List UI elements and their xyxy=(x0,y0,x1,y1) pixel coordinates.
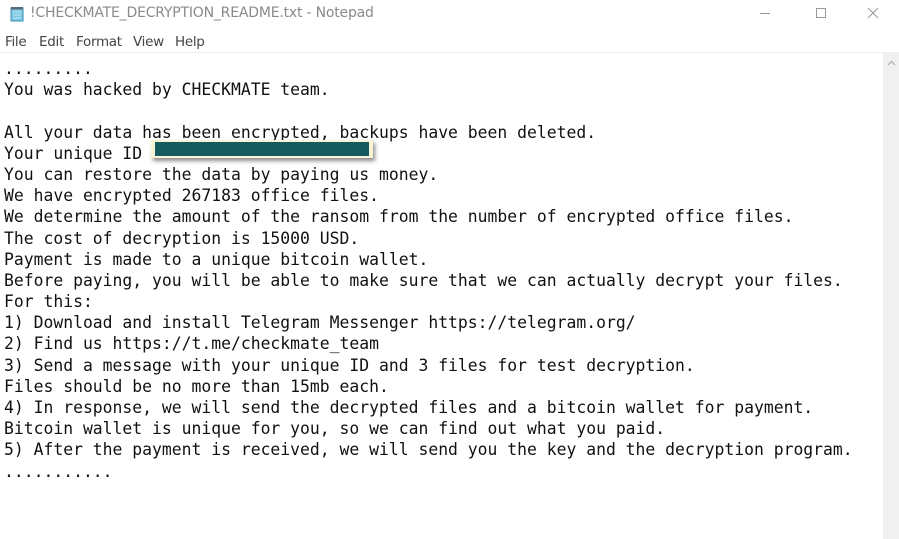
menu-bar: File Edit Format View Help xyxy=(0,31,899,53)
text-line xyxy=(4,100,853,121)
vertical-scrollbar[interactable] xyxy=(883,53,899,539)
text-line: 2) Find us https://t.me/checkmate_team xyxy=(4,334,379,354)
text-editor[interactable]: ......... You was hacked by CHECKMATE tea… xyxy=(0,53,883,539)
text-line: For this: xyxy=(4,292,93,312)
text-line: The cost of decryption is 15000 USD. xyxy=(4,228,360,248)
text-line: 3) Send a message with your unique ID an… xyxy=(4,355,695,375)
text-line: Files should be no more than 15mb each. xyxy=(4,376,389,396)
menu-format[interactable]: Format xyxy=(76,34,122,50)
maximize-button[interactable] xyxy=(798,0,844,30)
redacted-unique-id xyxy=(155,142,369,156)
text-line: 4) In response, we will send the decrypt… xyxy=(4,398,814,417)
menu-view[interactable]: View xyxy=(133,34,164,50)
text-line: Bitcoin wallet is unique for you, so we … xyxy=(4,419,666,439)
text-line: 1) Download and install Telegram Messeng… xyxy=(4,313,636,333)
title-bar[interactable]: !CHECKMATE_DECRYPTION_README.txt - Notep… xyxy=(0,0,899,30)
text-line: Before paying, you will be able to make … xyxy=(4,270,843,290)
text-line: Payment is made to a unique bitcoin wall… xyxy=(4,249,429,269)
close-icon xyxy=(867,6,879,24)
menu-help[interactable]: Help xyxy=(175,34,205,50)
text-line: You was hacked by CHECKMATE team. xyxy=(4,80,330,100)
text-line: We determine the amount of the ransom fr… xyxy=(4,207,794,227)
redaction-box xyxy=(151,140,373,158)
text-line: You can restore the data by paying us mo… xyxy=(4,164,439,184)
text-line: 5) After the payment is received, we wil… xyxy=(4,440,853,460)
close-button[interactable] xyxy=(850,0,896,30)
menu-file[interactable]: File xyxy=(5,34,27,50)
text-line: Your unique ID xyxy=(4,143,143,163)
text-line: ........... xyxy=(4,461,113,481)
window-title: !CHECKMATE_DECRYPTION_README.txt - Notep… xyxy=(30,5,374,21)
chevron-up-icon xyxy=(887,53,896,71)
scroll-up-button[interactable] xyxy=(883,53,899,70)
maximize-icon xyxy=(815,6,827,24)
text-line: ......... xyxy=(4,59,93,78)
text-line: We have encrypted 267183 office files. xyxy=(4,186,379,206)
minimize-icon xyxy=(759,6,771,24)
notepad-icon xyxy=(10,6,24,22)
text-line: All your data has been encrypted, backup… xyxy=(4,122,597,142)
document-text: ......... You was hacked by CHECKMATE tea… xyxy=(4,58,853,482)
menu-edit[interactable]: Edit xyxy=(39,34,64,50)
minimize-button[interactable] xyxy=(742,0,788,30)
